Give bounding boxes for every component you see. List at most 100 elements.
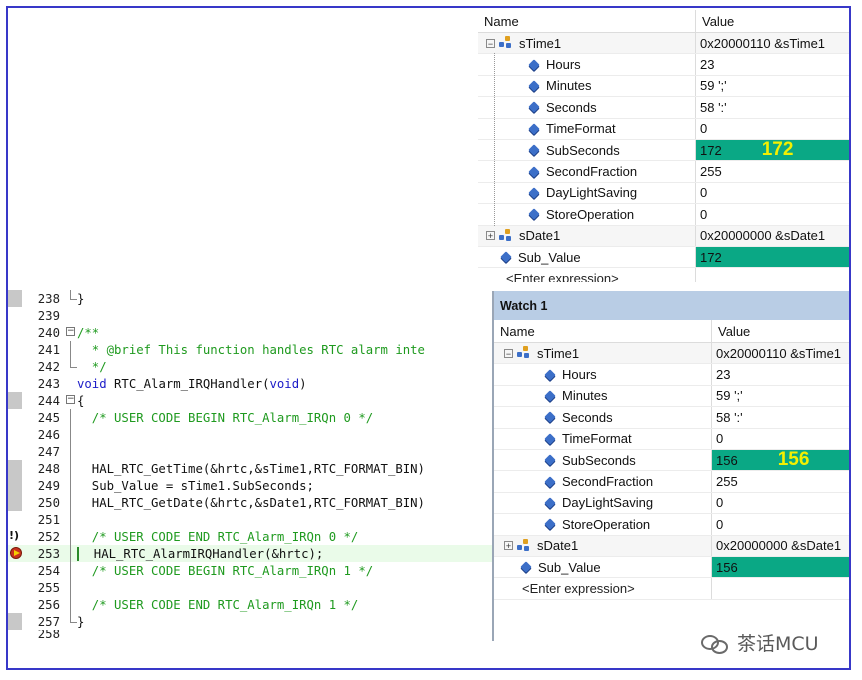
row-value: 0 — [700, 121, 708, 137]
code-text: HAL_RTC_GetDate(&hrtc,&sDate1,RTC_FORMAT… — [77, 495, 425, 510]
row-value: 0 — [716, 431, 724, 447]
field-icon — [544, 518, 556, 530]
field-icon — [528, 101, 540, 114]
watch-row-daylightsaving[interactable]: DayLightSaving 0 — [494, 492, 849, 515]
row-value: 0x20000110 &sTime1 — [712, 343, 849, 364]
watch-row-seconds[interactable]: Seconds 58 ':' — [494, 407, 849, 429]
code-text: */ — [77, 359, 107, 374]
watch1-title[interactable]: Watch 1 — [494, 291, 849, 320]
row-name: Hours — [562, 367, 597, 383]
name-column-header[interactable]: Name — [478, 10, 696, 32]
field-icon — [528, 144, 540, 156]
struct-icon — [499, 228, 513, 243]
code-line: 239 — [8, 307, 494, 324]
enter-expression-row[interactable]: <Enter expression> — [494, 578, 849, 600]
row-name: Minutes — [546, 78, 592, 94]
enter-expression[interactable]: <Enter expression> — [506, 271, 619, 282]
code-line: 238} — [8, 290, 494, 307]
code-line-current: 253 HAL_RTC_AlarmIRQHandler(&hrtc); — [8, 545, 494, 562]
screenshot-frame: Name Value − sTime1 0x20000110 &sTime1 H… — [6, 6, 851, 670]
row-value: 0 — [700, 185, 708, 201]
watch1-window: Watch 1 Name Value − sTime1 0x20000110 &… — [492, 291, 849, 641]
watch-row-hours[interactable]: Hours 23 — [494, 364, 849, 386]
row-name: sTime1 — [519, 35, 562, 51]
line-number: 245 — [37, 410, 60, 425]
watch-row-subseconds[interactable]: SubSeconds 156 156 — [494, 449, 849, 472]
row-name: TimeFormat — [562, 431, 632, 447]
code-line: 240−/** — [8, 324, 494, 341]
breakpoint-current-icon[interactable] — [10, 547, 22, 559]
field-icon — [544, 411, 556, 424]
code-fragment: ) — [299, 376, 307, 391]
code-text: /* USER CODE BEGIN RTC_Alarm_IRQn 1 */ — [77, 563, 374, 578]
code-text: HAL_RTC_GetTime(&hrtc,&sTime1,RTC_FORMAT… — [77, 461, 425, 476]
watch-row-seconds[interactable]: Seconds 58 ':' — [478, 97, 849, 119]
expand-icon[interactable]: + — [504, 541, 513, 551]
expand-icon[interactable]: + — [486, 231, 495, 241]
field-icon — [520, 561, 532, 573]
row-value-highlighted: 172 172 — [696, 139, 849, 161]
name-column-header[interactable]: Name — [494, 320, 712, 342]
watch-row-sub-value[interactable]: Sub_Value 156 — [494, 556, 849, 579]
code-line: 246 — [8, 426, 494, 443]
value-annotation: 156 — [777, 449, 810, 471]
row-name: Sub_Value — [538, 559, 601, 575]
code-line: 250 HAL_RTC_GetDate(&hrtc,&sDate1,RTC_FO… — [8, 494, 494, 511]
row-value: 58 ':' — [700, 99, 727, 115]
field-icon — [528, 187, 540, 199]
row-name: sDate1 — [537, 538, 579, 554]
watch-row-sub-value[interactable]: Sub_Value 172 — [478, 246, 849, 269]
row-value: 172 — [700, 142, 722, 158]
watermark: 茶话MCU — [701, 629, 819, 656]
row-name: SubSeconds — [562, 452, 636, 468]
row-name: SubSeconds — [546, 142, 620, 158]
enter-expression[interactable]: <Enter expression> — [522, 581, 635, 596]
code-line: 248 HAL_RTC_GetTime(&hrtc,&sTime1,RTC_FO… — [8, 460, 494, 477]
watch-row-storeoperation[interactable]: StoreOperation 0 — [494, 514, 849, 536]
line-number: 242 — [37, 359, 60, 374]
code-text: * @brief This function handles RTC alarm… — [77, 342, 425, 357]
watch-row-timeformat[interactable]: TimeFormat 0 — [494, 428, 849, 450]
watch-row-sdate1[interactable]: + sDate1 0x20000000 &sDate1 — [478, 225, 849, 247]
watch-row-subseconds[interactable]: SubSeconds 172 172 — [478, 139, 849, 162]
watch-row-stime1[interactable]: − sTime1 0x20000110 &sTime1 — [494, 343, 849, 365]
field-icon — [528, 208, 540, 220]
line-number: 246 — [37, 427, 60, 442]
code-line: 241 * @brief This function handles RTC a… — [8, 341, 494, 358]
code-line: 255 — [8, 579, 494, 596]
row-value: 172 — [696, 246, 849, 268]
code-line: 243 void RTC_Alarm_IRQHandler(void) — [8, 375, 494, 392]
code-text: void RTC_Alarm_IRQHandler(void) — [77, 377, 307, 391]
enter-expression-row[interactable]: <Enter expression> — [478, 268, 849, 282]
fold-toggle-icon[interactable]: − — [66, 395, 75, 404]
code-line: 257} — [8, 613, 494, 630]
code-line: 244−{ — [8, 392, 494, 409]
line-number: 244 — [37, 393, 60, 408]
code-editor[interactable]: 238} 239 240−/** 241 * @brief This funct… — [8, 285, 494, 668]
row-name: Seconds — [562, 409, 613, 425]
field-icon — [528, 165, 540, 178]
line-number: 253 — [37, 546, 60, 561]
line-number: 243 — [37, 376, 60, 391]
watch-row-hours[interactable]: Hours 23 — [478, 54, 849, 76]
watch-row-timeformat[interactable]: TimeFormat 0 — [478, 118, 849, 140]
watch-row-minutes[interactable]: Minutes 59 ';' — [494, 385, 849, 408]
watch-row-minutes[interactable]: Minutes 59 ';' — [478, 75, 849, 98]
watch-row-storeoperation[interactable]: StoreOperation 0 — [478, 204, 849, 226]
collapse-icon[interactable]: − — [504, 348, 513, 358]
watch-header: Name Value — [478, 10, 849, 33]
watch-row-secondfraction[interactable]: SecondFraction 255 — [494, 471, 849, 493]
line-number: 239 — [37, 308, 60, 323]
keyword: void — [269, 376, 300, 391]
collapse-icon[interactable]: − — [486, 38, 495, 48]
watch-row-sdate1[interactable]: + sDate1 0x20000000 &sDate1 — [494, 535, 849, 557]
line-number: 249 — [37, 478, 60, 493]
row-value: 0 — [716, 495, 724, 511]
value-column-header[interactable]: Value — [696, 10, 734, 32]
watch-row-stime1[interactable]: − sTime1 0x20000110 &sTime1 — [478, 33, 849, 55]
watch-row-daylightsaving[interactable]: DayLightSaving 0 — [478, 182, 849, 205]
watch-row-secondfraction[interactable]: SecondFraction 255 — [478, 161, 849, 183]
value-column-header[interactable]: Value — [712, 320, 750, 342]
code-line: 245 /* USER CODE BEGIN RTC_Alarm_IRQn 0 … — [8, 409, 494, 426]
fold-toggle-icon[interactable]: − — [66, 327, 75, 336]
